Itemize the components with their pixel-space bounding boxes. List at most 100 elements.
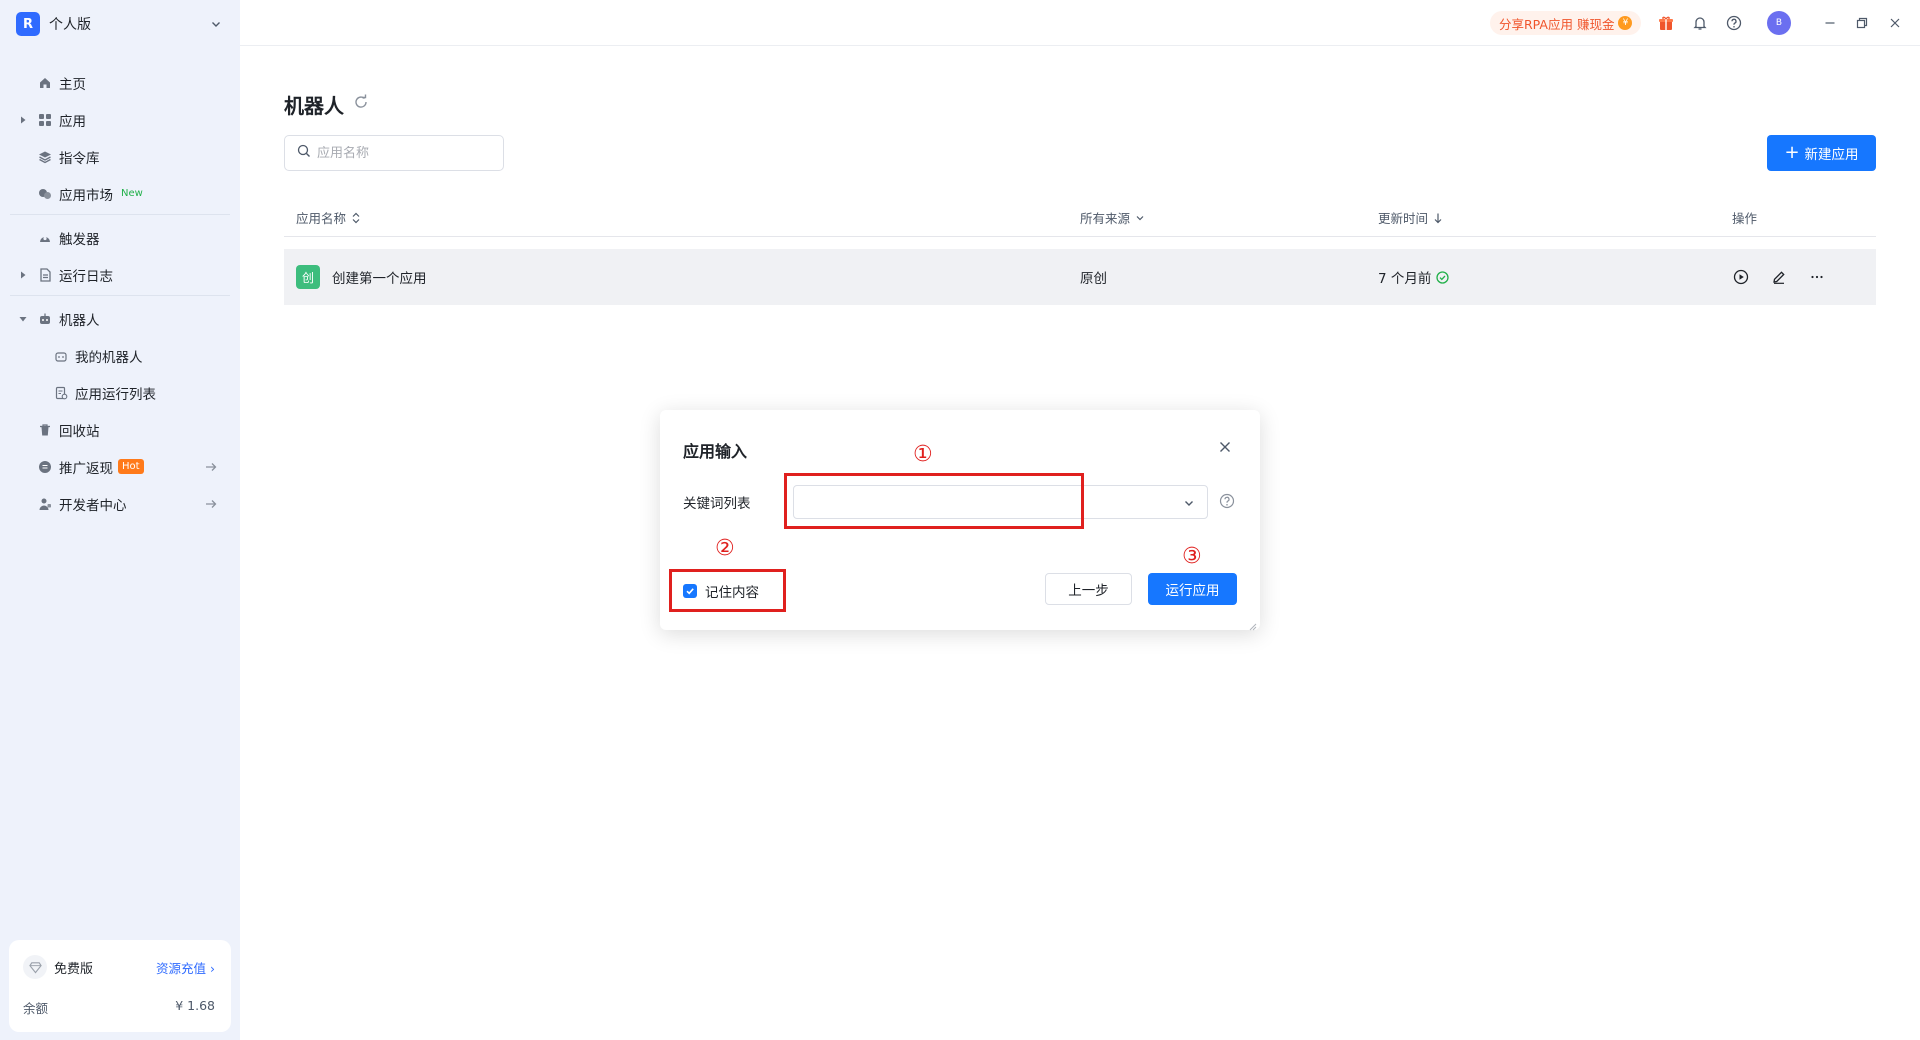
sidebar-item-label: 应用运行列表 bbox=[75, 386, 156, 403]
check-circle-icon bbox=[1436, 270, 1450, 284]
sidebar-item-recycle-bin[interactable]: 回收站 bbox=[10, 411, 230, 448]
sidebar-item-label: 推广返现 bbox=[59, 460, 113, 477]
previous-step-button[interactable]: 上一步 bbox=[1045, 573, 1132, 605]
sidebar-divider bbox=[10, 214, 230, 215]
keyword-list-label: 关键词列表 bbox=[683, 496, 751, 512]
sidebar-item-command-library[interactable]: 指令库 bbox=[10, 138, 230, 175]
column-header-label: 更新时间 bbox=[1378, 211, 1429, 226]
sidebar-item-my-robots[interactable]: 我的机器人 bbox=[10, 337, 230, 374]
resize-handle-icon[interactable] bbox=[1249, 619, 1257, 631]
new-app-button-label: 新建应用 bbox=[1804, 147, 1859, 163]
annotation-box-1 bbox=[784, 473, 1084, 529]
trash-icon bbox=[37, 422, 53, 438]
recharge-link[interactable]: 资源充值 › bbox=[156, 958, 215, 977]
refresh-icon[interactable] bbox=[352, 93, 370, 111]
more-options-icon[interactable] bbox=[1808, 268, 1826, 286]
table-header: 应用名称 所有来源 更新时间 操作 bbox=[284, 196, 1876, 237]
table-row[interactable]: 创 创建第一个应用 原创 7 个月前 bbox=[284, 249, 1876, 305]
layers-icon bbox=[37, 149, 53, 165]
gift-icon[interactable] bbox=[1656, 13, 1676, 33]
coin-icon bbox=[37, 459, 53, 475]
caret-right-icon[interactable] bbox=[18, 270, 28, 280]
new-badge: New bbox=[121, 188, 143, 199]
sidebar-item-app-market[interactable]: 应用市场 New bbox=[10, 175, 230, 212]
column-header-label: 应用名称 bbox=[296, 211, 347, 226]
minimize-icon[interactable] bbox=[1820, 13, 1840, 33]
edit-icon[interactable] bbox=[1770, 268, 1788, 286]
app-name-cell: 创 创建第一个应用 bbox=[296, 249, 427, 305]
run-app-icon[interactable] bbox=[1732, 268, 1750, 286]
app-source-cell: 原创 bbox=[1080, 249, 1107, 305]
annotation-label-3: ③ bbox=[1182, 544, 1202, 569]
sidebar-item-developer-center[interactable]: 开发者中心 bbox=[10, 485, 230, 522]
search-icon bbox=[297, 144, 311, 162]
run-app-button[interactable]: 运行应用 bbox=[1148, 573, 1237, 605]
sidebar-item-trigger[interactable]: 触发器 bbox=[10, 219, 230, 256]
dialog-title: 应用输入 bbox=[683, 442, 748, 461]
column-header-updated[interactable]: 更新时间 bbox=[1378, 208, 1443, 227]
caret-right-icon[interactable] bbox=[18, 115, 28, 125]
caret-down-icon[interactable] bbox=[18, 314, 28, 324]
restore-window-icon[interactable] bbox=[1852, 13, 1872, 33]
workspace-switcher[interactable]: R 个人版 bbox=[16, 12, 224, 36]
column-header-label: 所有来源 bbox=[1080, 211, 1131, 226]
app-name[interactable]: 创建第一个应用 bbox=[332, 267, 427, 287]
chevron-down-icon bbox=[1135, 213, 1145, 223]
coin-icon: ¥ bbox=[1618, 16, 1633, 30]
column-header-label: 操作 bbox=[1732, 211, 1758, 226]
balance-label: 余额 bbox=[23, 1001, 49, 1016]
sidebar: R 个人版 主页 应用 指令库 应用市场 New 触发器 运行日志 机器人 我的… bbox=[0, 0, 240, 1040]
developer-icon bbox=[37, 496, 53, 512]
search-input[interactable] bbox=[317, 145, 487, 161]
user-avatar[interactable]: B bbox=[1767, 11, 1791, 35]
help-icon[interactable] bbox=[1219, 493, 1235, 509]
sidebar-item-referral[interactable]: 推广返现 Hot bbox=[10, 448, 230, 485]
page-title: 机器人 bbox=[284, 94, 344, 118]
sidebar-item-label: 触发器 bbox=[59, 231, 100, 248]
chevron-down-icon bbox=[208, 16, 224, 32]
column-header-actions: 操作 bbox=[1732, 208, 1757, 227]
robot-icon bbox=[37, 311, 53, 327]
plan-name: 免费版 bbox=[54, 961, 94, 977]
search-box[interactable] bbox=[284, 135, 504, 171]
sidebar-item-run-log[interactable]: 运行日志 bbox=[10, 256, 230, 293]
hot-badge: Hot bbox=[118, 459, 144, 474]
app-icon: 创 bbox=[296, 265, 320, 289]
sidebar-item-apps[interactable]: 应用 bbox=[10, 101, 230, 138]
recharge-link-label: 资源充值 bbox=[156, 960, 207, 976]
diamond-icon bbox=[23, 955, 47, 979]
sidebar-item-app-run-list[interactable]: 应用运行列表 bbox=[10, 374, 230, 411]
sidebar-divider bbox=[10, 295, 230, 296]
sidebar-item-robot[interactable]: 机器人 bbox=[10, 300, 230, 337]
column-header-name[interactable]: 应用名称 bbox=[296, 208, 361, 227]
sidebar-item-label: 开发者中心 bbox=[59, 497, 127, 514]
annotation-label-2: ② bbox=[715, 536, 735, 561]
app-updated: 7 个月前 bbox=[1378, 271, 1432, 287]
home-icon bbox=[37, 75, 53, 91]
app-updated-cell: 7 个月前 bbox=[1378, 249, 1450, 305]
sort-icon bbox=[351, 212, 361, 224]
new-app-button[interactable]: + 新建应用 bbox=[1767, 135, 1876, 171]
close-icon[interactable] bbox=[1216, 438, 1234, 456]
sidebar-nav: 主页 应用 指令库 应用市场 New 触发器 运行日志 机器人 我的机器人 应用… bbox=[10, 64, 230, 522]
share-promo-button[interactable]: 分享RPA应用 赚现金 ¥ bbox=[1490, 11, 1642, 35]
annotation-box-2 bbox=[669, 569, 786, 612]
sidebar-item-home[interactable]: 主页 bbox=[10, 64, 230, 101]
robot-icon bbox=[53, 348, 69, 364]
bell-icon[interactable] bbox=[1690, 13, 1710, 33]
workspace-name: 个人版 bbox=[49, 17, 91, 33]
sidebar-item-label: 主页 bbox=[59, 76, 86, 93]
plus-icon: + bbox=[1784, 142, 1800, 163]
sidebar-item-label: 回收站 bbox=[59, 423, 100, 440]
apps-grid-icon bbox=[37, 112, 53, 128]
annotation-label-1: ① bbox=[913, 442, 933, 467]
trigger-icon bbox=[37, 230, 53, 246]
sidebar-item-label: 我的机器人 bbox=[75, 349, 143, 366]
market-icon bbox=[37, 186, 53, 202]
arrow-right-icon bbox=[204, 497, 218, 511]
close-window-icon[interactable] bbox=[1885, 13, 1905, 33]
chevron-down-icon[interactable] bbox=[1183, 496, 1197, 510]
help-icon[interactable] bbox=[1724, 13, 1744, 33]
column-header-source[interactable]: 所有来源 bbox=[1080, 208, 1145, 227]
sidebar-item-label: 指令库 bbox=[59, 150, 100, 167]
